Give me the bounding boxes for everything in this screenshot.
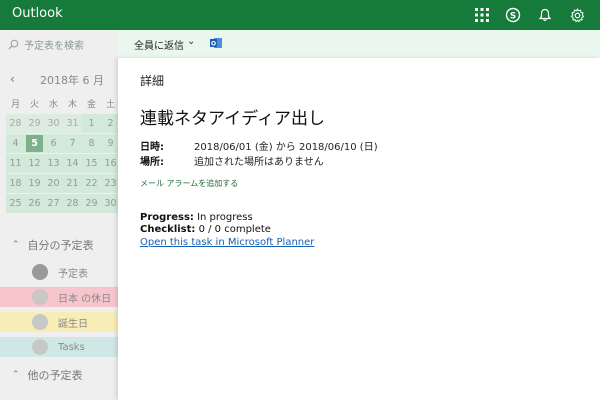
calendar-day[interactable]: 27 bbox=[44, 194, 63, 213]
location-label: 場所: bbox=[140, 157, 164, 168]
calendar-day[interactable]: 18 bbox=[6, 174, 25, 193]
calendar-day[interactable]: 6 bbox=[44, 134, 63, 153]
checklist-line: Checklist: 0 / 0 complete bbox=[140, 224, 271, 235]
calendar-day[interactable]: 31 bbox=[63, 114, 82, 133]
app-launcher-icon[interactable] bbox=[472, 5, 492, 25]
chevron-down-icon[interactable]: ⌄ bbox=[187, 36, 195, 47]
my-calendars-label: 自分の予定表 bbox=[27, 239, 94, 252]
calendar-day[interactable]: 29 bbox=[82, 194, 101, 213]
calendar-day[interactable]: 28 bbox=[63, 194, 82, 213]
datetime-value: 2018/06/01 (金) から 2018/06/10 (日) bbox=[194, 142, 378, 153]
calendar-day[interactable]: 14 bbox=[63, 154, 82, 173]
calendar-list-label: Tasks bbox=[58, 341, 85, 353]
detail-heading: 詳細 bbox=[140, 74, 165, 88]
datetime-label: 日時: bbox=[140, 142, 164, 153]
svg-text:O: O bbox=[211, 41, 216, 48]
my-calendars-header[interactable]: ⌃ 自分の予定表 bbox=[0, 235, 118, 255]
calendar-month-label[interactable]: 2018年 6 月 bbox=[40, 72, 104, 88]
calendar-day[interactable]: 25 bbox=[6, 194, 25, 213]
location-value: 追加された場所はありません bbox=[194, 157, 324, 168]
search-input[interactable]: 予定表を検索 bbox=[24, 37, 84, 52]
other-calendars-header[interactable]: ⌃ 他の予定表 bbox=[0, 365, 118, 385]
svg-text:S: S bbox=[510, 12, 516, 22]
calendar-day[interactable]: 2 bbox=[101, 114, 118, 133]
calendar-week-row: 456789 bbox=[6, 134, 118, 154]
settings-gear-icon[interactable] bbox=[567, 5, 587, 25]
calendar-day[interactable]: 11 bbox=[6, 154, 25, 173]
calendar-day[interactable]: 19 bbox=[25, 174, 44, 193]
checklist-value: 0 / 0 complete bbox=[195, 224, 271, 235]
calendar-day[interactable]: 26 bbox=[25, 194, 44, 213]
chevron-left-icon[interactable]: ‹ bbox=[10, 72, 15, 86]
skype-icon[interactable]: S bbox=[503, 5, 523, 25]
calendar-day[interactable]: 1 bbox=[82, 114, 101, 133]
app-title[interactable]: Outlook bbox=[12, 6, 63, 21]
calendar-week-row: 11 12 13 14 15 16 bbox=[6, 154, 118, 174]
open-in-planner-link[interactable]: Open this task in Microsoft Planner bbox=[140, 237, 314, 248]
calendar-list-item[interactable]: 日本 の休日 bbox=[0, 287, 118, 307]
sidebar: 予定表を検索 ‹ 2018年 6 月 月火水木金土 28 29 30 31 1 2 4 5 6 7 8… bbox=[0, 30, 118, 400]
calendar-icon bbox=[32, 289, 48, 305]
other-calendars-label: 他の予定表 bbox=[27, 369, 83, 382]
calendar-icon bbox=[32, 339, 48, 355]
calendar-week-row: 25 26 27 28 29 30 bbox=[6, 194, 118, 214]
calendar-day[interactable]: 23 bbox=[101, 174, 118, 193]
add-email-alarm-link[interactable]: メール アラームを追加する bbox=[140, 178, 238, 189]
calendar-avatar-icon bbox=[32, 264, 48, 280]
progress-value: In progress bbox=[193, 212, 253, 223]
calendar-list-label: 予定表 bbox=[58, 268, 88, 280]
task-detail-panel: 詳細 連載ネタアイディア出し 日時: 2018/06/01 (金) から 201… bbox=[118, 58, 600, 400]
calendar-day[interactable]: 16 bbox=[101, 154, 118, 173]
calendar-day[interactable]: 28 bbox=[6, 114, 25, 133]
calendar-day-today[interactable]: 5 bbox=[25, 134, 44, 153]
chevron-up-icon: ⌃ bbox=[12, 370, 20, 380]
calendar-list-item[interactable]: 誕生日 bbox=[0, 312, 118, 332]
calendar-list-label: 誕生日 bbox=[58, 318, 88, 330]
reply-all-button[interactable]: 全員に返信 bbox=[134, 37, 184, 52]
weekday-row: 月火水木金土 bbox=[6, 94, 118, 114]
calendar-day[interactable]: 12 bbox=[25, 154, 44, 173]
chevron-up-icon: ⌃ bbox=[12, 240, 20, 250]
calendar-day[interactable]: 15 bbox=[82, 154, 101, 173]
mini-calendar-header: ‹ 2018年 6 月 bbox=[0, 70, 118, 88]
outlook-app-icon[interactable]: O bbox=[210, 37, 222, 49]
progress-line: Progress: In progress bbox=[140, 212, 253, 223]
weekday-label: 木 bbox=[67, 100, 77, 110]
weekday-label: 火 bbox=[29, 100, 39, 110]
calendar-list-item[interactable]: Tasks bbox=[0, 337, 118, 357]
calendar-day[interactable]: 4 bbox=[6, 134, 25, 153]
weekday-label: 水 bbox=[48, 100, 58, 110]
calendar-day[interactable]: 30 bbox=[101, 194, 118, 213]
calendar-search[interactable]: 予定表を検索 bbox=[0, 30, 118, 58]
calendar-list-label: 日本 の休日 bbox=[58, 293, 112, 305]
checklist-label: Checklist: bbox=[140, 224, 196, 235]
calendar-day[interactable]: 8 bbox=[82, 134, 101, 153]
mini-calendar: 月火水木金土 28 29 30 31 1 2 4 5 6 7 8 9 11 12 13 14 15 16 18 19 20… bbox=[6, 94, 118, 214]
calendar-week-row: 28 29 30 31 1 2 bbox=[6, 114, 118, 134]
weekday-label: 金 bbox=[86, 100, 96, 110]
calendar-day[interactable]: 7 bbox=[63, 134, 82, 153]
calendar-day-number: 5 bbox=[26, 135, 43, 152]
task-title: 連載ネタアイディア出し bbox=[140, 109, 325, 129]
calendar-day[interactable]: 21 bbox=[63, 174, 82, 193]
top-bar: Outlook S bbox=[0, 0, 600, 30]
weekday-label: 月 bbox=[10, 100, 20, 110]
calendar-icon bbox=[32, 314, 48, 330]
calendar-list-item[interactable]: 予定表 bbox=[0, 262, 118, 282]
calendar-day[interactable]: 20 bbox=[44, 174, 63, 193]
search-icon bbox=[8, 39, 19, 50]
calendar-day[interactable]: 9 bbox=[101, 134, 118, 153]
progress-label: Progress: bbox=[140, 212, 194, 223]
notification-bell-icon[interactable] bbox=[535, 5, 555, 25]
calendar-day[interactable]: 22 bbox=[82, 174, 101, 193]
calendar-day[interactable]: 13 bbox=[44, 154, 63, 173]
weekday-label: 土 bbox=[105, 100, 115, 110]
calendar-day[interactable]: 30 bbox=[44, 114, 63, 133]
reading-toolbar: 全員に返信 ⌄ O bbox=[118, 30, 600, 58]
calendar-week-row: 18 19 20 21 22 23 bbox=[6, 174, 118, 194]
calendar-day[interactable]: 29 bbox=[25, 114, 44, 133]
